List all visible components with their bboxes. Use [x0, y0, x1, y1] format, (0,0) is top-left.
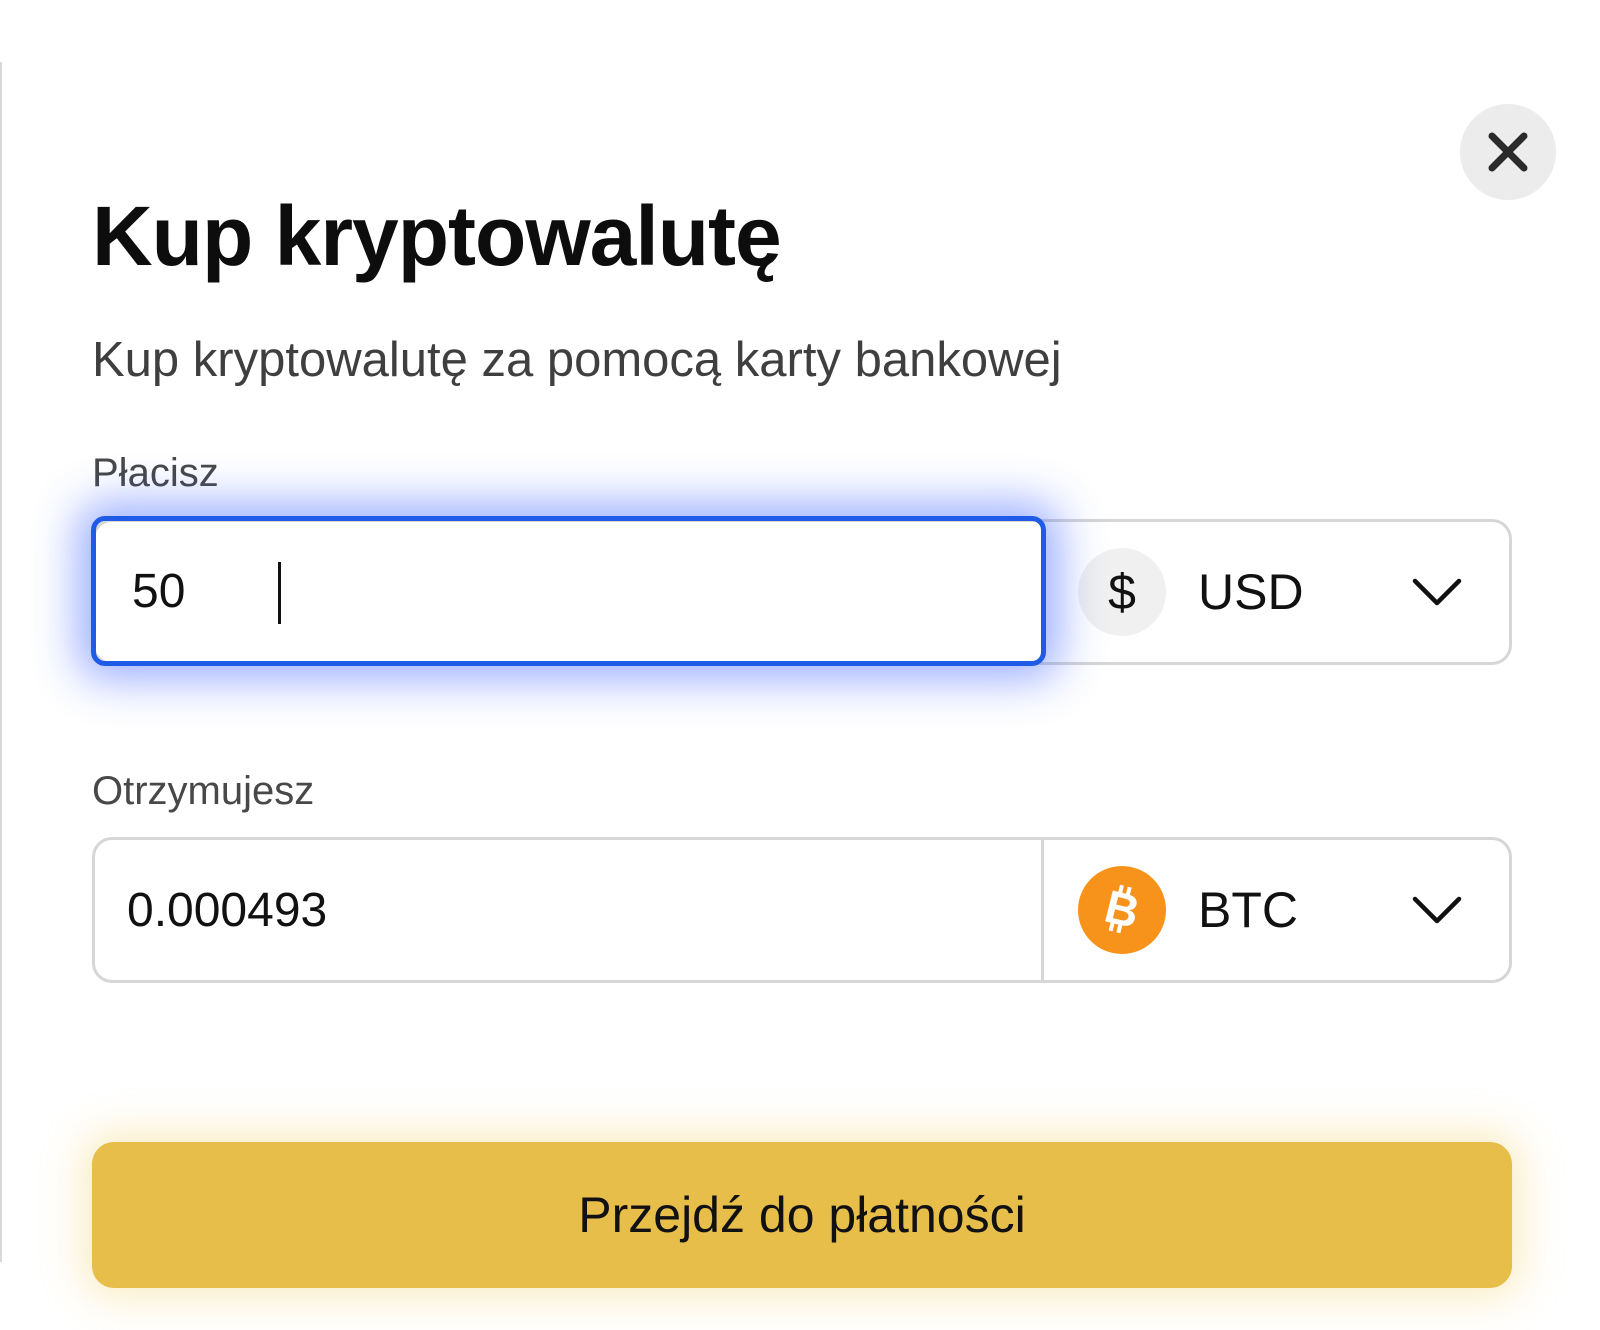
- pay-currency-select[interactable]: $ USD: [1044, 522, 1509, 662]
- bitcoin-icon: B: [1078, 866, 1166, 954]
- dollar-icon: $: [1078, 548, 1166, 636]
- proceed-to-payment-button[interactable]: Przejdź do płatności: [92, 1142, 1512, 1288]
- close-button[interactable]: [1460, 104, 1556, 200]
- receive-amount-input[interactable]: [95, 840, 1044, 980]
- text-caret: [278, 562, 281, 624]
- pay-amount-input[interactable]: [91, 516, 1046, 666]
- chevron-down-icon: [1411, 894, 1463, 926]
- pay-field: $ USD: [91, 516, 1512, 666]
- pay-label: Płacisz: [92, 451, 219, 495]
- receive-label: Otrzymujesz: [92, 769, 315, 813]
- buy-crypto-dialog: Kup kryptowalutę Kup kryptowalutę za pom…: [0, 62, 1600, 1288]
- dialog-title: Kup kryptowalutę: [92, 189, 782, 283]
- receive-currency-code: BTC: [1198, 882, 1298, 938]
- receive-field: B BTC: [92, 837, 1512, 983]
- close-icon: [1488, 132, 1528, 172]
- chevron-down-icon: [1411, 576, 1463, 608]
- receive-currency-select[interactable]: B BTC: [1044, 840, 1509, 980]
- pay-currency-code: USD: [1198, 564, 1304, 620]
- dialog-subtitle: Kup kryptowalutę za pomocą karty bankowe…: [92, 333, 1062, 387]
